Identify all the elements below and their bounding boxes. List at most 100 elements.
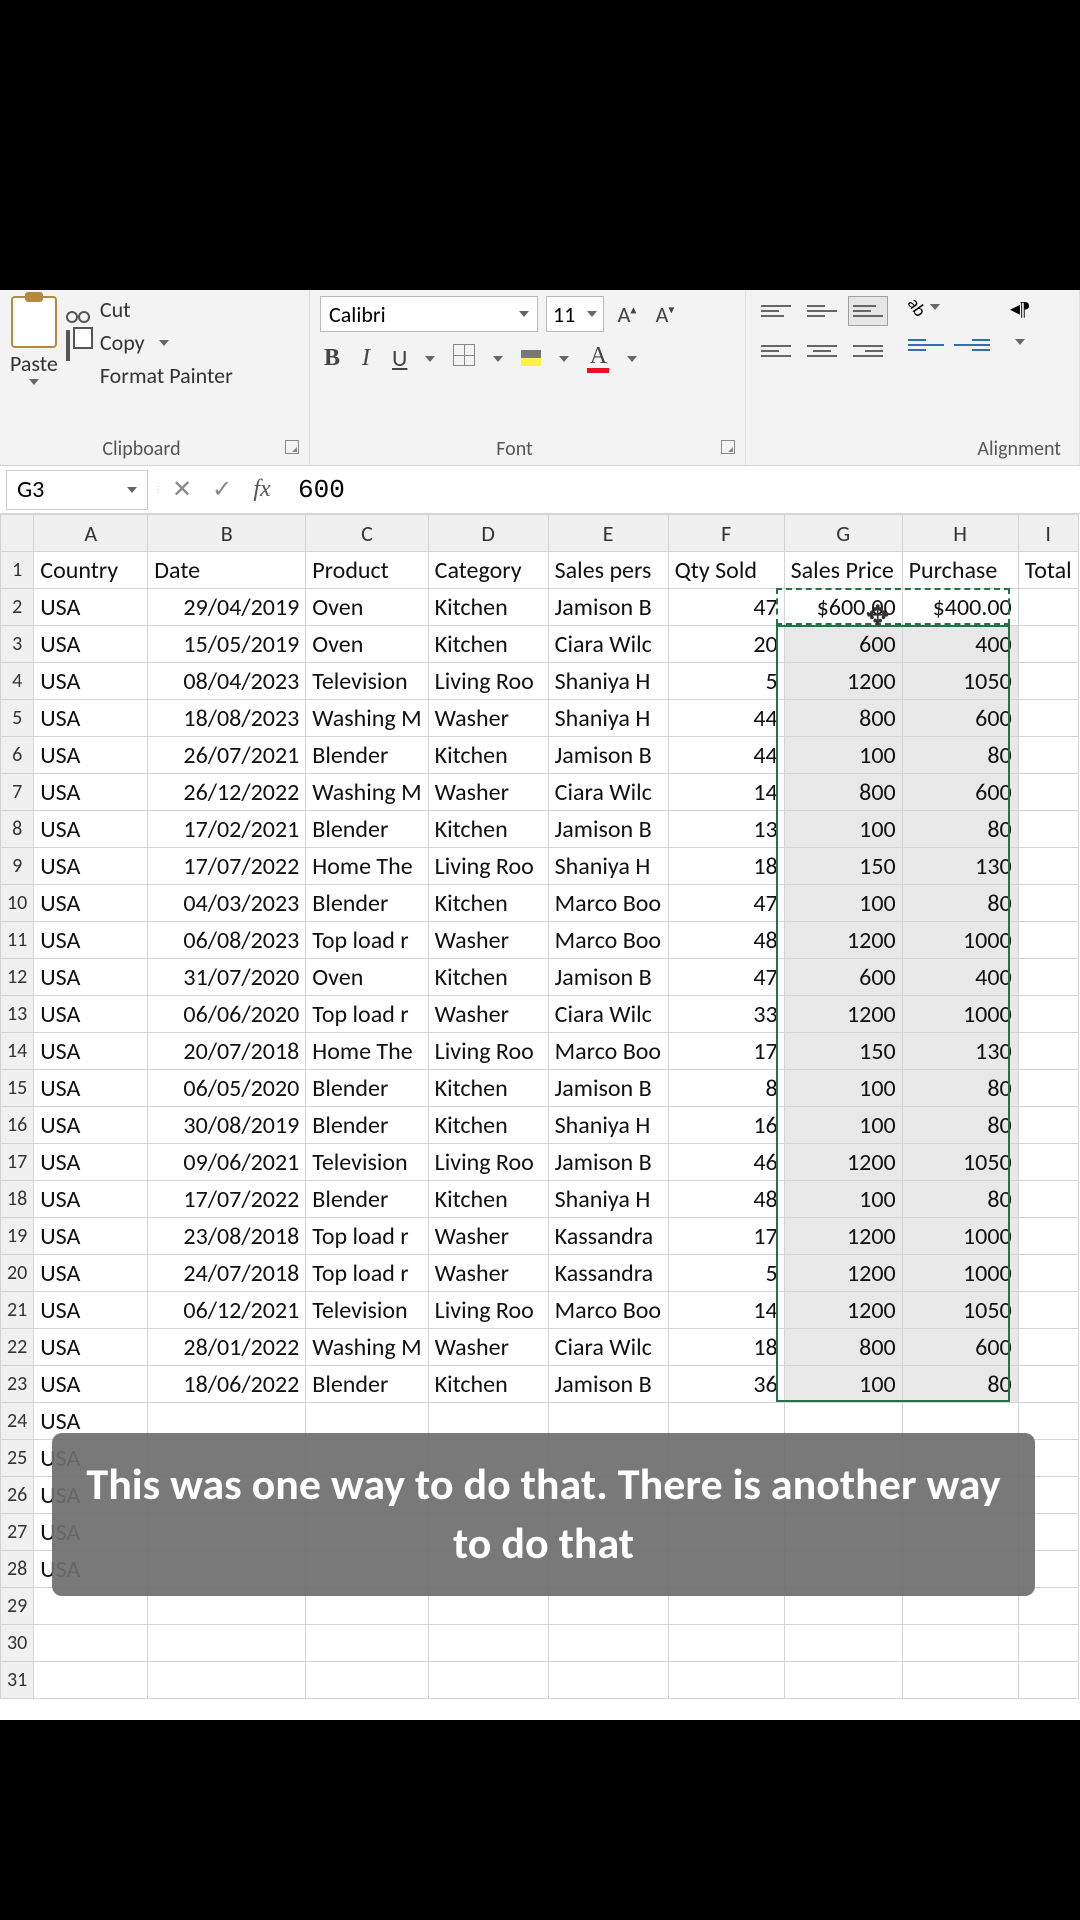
cell[interactable] [1018, 996, 1078, 1033]
row-header[interactable]: 7 [1, 774, 34, 811]
row-header[interactable]: 25 [1, 1440, 34, 1477]
cell[interactable] [1018, 626, 1078, 663]
cell[interactable]: 23/08/2018 [148, 1218, 306, 1255]
cell[interactable]: Washing M [306, 774, 428, 811]
italic-button[interactable]: I [358, 343, 374, 374]
cell[interactable] [1018, 737, 1078, 774]
align-top-button[interactable] [756, 296, 796, 326]
column-header-F[interactable]: F [668, 515, 784, 552]
chevron-down-icon[interactable] [493, 356, 503, 362]
row-header[interactable]: 28 [1, 1551, 34, 1588]
cell[interactable]: Kitchen [428, 885, 548, 922]
align-middle-button[interactable] [802, 296, 842, 326]
cell[interactable]: Washer [428, 1255, 548, 1292]
cell[interactable] [1018, 1292, 1078, 1329]
row-header[interactable]: 5 [1, 700, 34, 737]
cell[interactable] [1018, 1181, 1078, 1218]
cell[interactable]: 100 [784, 1107, 902, 1144]
cell[interactable]: 09/06/2021 [148, 1144, 306, 1181]
cell[interactable]: 80 [902, 1070, 1018, 1107]
cell[interactable] [1018, 885, 1078, 922]
cell[interactable]: Washer [428, 774, 548, 811]
cell[interactable]: 18 [668, 1329, 784, 1366]
cell[interactable] [1018, 1218, 1078, 1255]
cell[interactable]: Home The [306, 848, 428, 885]
cell[interactable]: Top load r [306, 996, 428, 1033]
cell[interactable] [1018, 589, 1078, 626]
cell[interactable]: 17/02/2021 [148, 811, 306, 848]
chevron-down-icon[interactable] [1015, 339, 1025, 345]
cell[interactable]: 80 [902, 811, 1018, 848]
font-color-button[interactable]: A [583, 342, 613, 375]
column-header-G[interactable]: G [784, 515, 902, 552]
cell[interactable] [1018, 663, 1078, 700]
cell[interactable] [34, 1662, 148, 1699]
cell[interactable] [1018, 1329, 1078, 1366]
row-header[interactable]: 24 [1, 1403, 34, 1440]
cell[interactable]: 800 [784, 1329, 902, 1366]
cell[interactable]: 20 [668, 626, 784, 663]
cell[interactable]: Oven [306, 589, 428, 626]
cell[interactable]: 1050 [902, 663, 1018, 700]
cell[interactable]: 100 [784, 1181, 902, 1218]
cell[interactable]: 06/08/2023 [148, 922, 306, 959]
cell[interactable]: 06/05/2020 [148, 1070, 306, 1107]
cell[interactable]: 800 [784, 774, 902, 811]
cell[interactable]: 1000 [902, 922, 1018, 959]
cell[interactable]: Washer [428, 996, 548, 1033]
row-header[interactable]: 11 [1, 922, 34, 959]
cell[interactable] [1018, 700, 1078, 737]
cell[interactable]: 1200 [784, 1218, 902, 1255]
cell[interactable] [784, 1625, 902, 1662]
cell[interactable]: $400.00 [902, 589, 1018, 626]
cell[interactable] [668, 1662, 784, 1699]
header-cell[interactable]: Total [1018, 552, 1078, 589]
cell[interactable] [1018, 848, 1078, 885]
cell[interactable]: 400 [902, 626, 1018, 663]
column-header-I[interactable]: I [1018, 515, 1078, 552]
cell[interactable]: Kassandra [548, 1218, 668, 1255]
row-header[interactable]: 31 [1, 1662, 34, 1699]
cell[interactable]: Television [306, 1292, 428, 1329]
cell[interactable]: 1200 [784, 922, 902, 959]
header-cell[interactable]: Sales pers [548, 552, 668, 589]
fill-color-button[interactable] [517, 342, 545, 375]
cell[interactable]: Top load r [306, 1218, 428, 1255]
cell[interactable] [1018, 1033, 1078, 1070]
cell[interactable]: 1200 [784, 996, 902, 1033]
cell[interactable]: Television [306, 663, 428, 700]
row-header[interactable]: 23 [1, 1366, 34, 1403]
cell[interactable]: 13 [668, 811, 784, 848]
cell[interactable] [902, 1662, 1018, 1699]
cell[interactable] [428, 1662, 548, 1699]
cell[interactable] [668, 1625, 784, 1662]
cell[interactable]: Living Roo [428, 1033, 548, 1070]
paste-button[interactable]: Paste [10, 296, 58, 385]
cell[interactable]: 1050 [902, 1292, 1018, 1329]
cell[interactable]: Jamison B [548, 1144, 668, 1181]
dialog-launcher-icon[interactable] [285, 440, 299, 454]
cell[interactable]: USA [34, 663, 148, 700]
cell[interactable]: USA [34, 922, 148, 959]
cell[interactable]: 5 [668, 663, 784, 700]
cell[interactable]: 100 [784, 885, 902, 922]
cell[interactable]: Oven [306, 626, 428, 663]
cell[interactable]: Kassandra [548, 1255, 668, 1292]
cell[interactable] [1018, 1070, 1078, 1107]
row-header[interactable]: 10 [1, 885, 34, 922]
underline-button[interactable]: U [388, 342, 411, 375]
cell[interactable]: 1200 [784, 663, 902, 700]
cell[interactable] [148, 1662, 306, 1699]
cell[interactable]: 1200 [784, 1144, 902, 1181]
cell[interactable]: Kitchen [428, 959, 548, 996]
header-cell[interactable]: Qty Sold [668, 552, 784, 589]
column-header-C[interactable]: C [306, 515, 428, 552]
cell[interactable]: $600.00 [784, 589, 902, 626]
cell[interactable]: Marco Boo [548, 1033, 668, 1070]
formula-value[interactable]: 600 [282, 475, 1080, 505]
row-header[interactable]: 3 [1, 626, 34, 663]
cell[interactable]: 14 [668, 1292, 784, 1329]
cell[interactable]: 100 [784, 1366, 902, 1403]
cell[interactable]: 14 [668, 774, 784, 811]
decrease-indent-button[interactable] [908, 332, 944, 358]
